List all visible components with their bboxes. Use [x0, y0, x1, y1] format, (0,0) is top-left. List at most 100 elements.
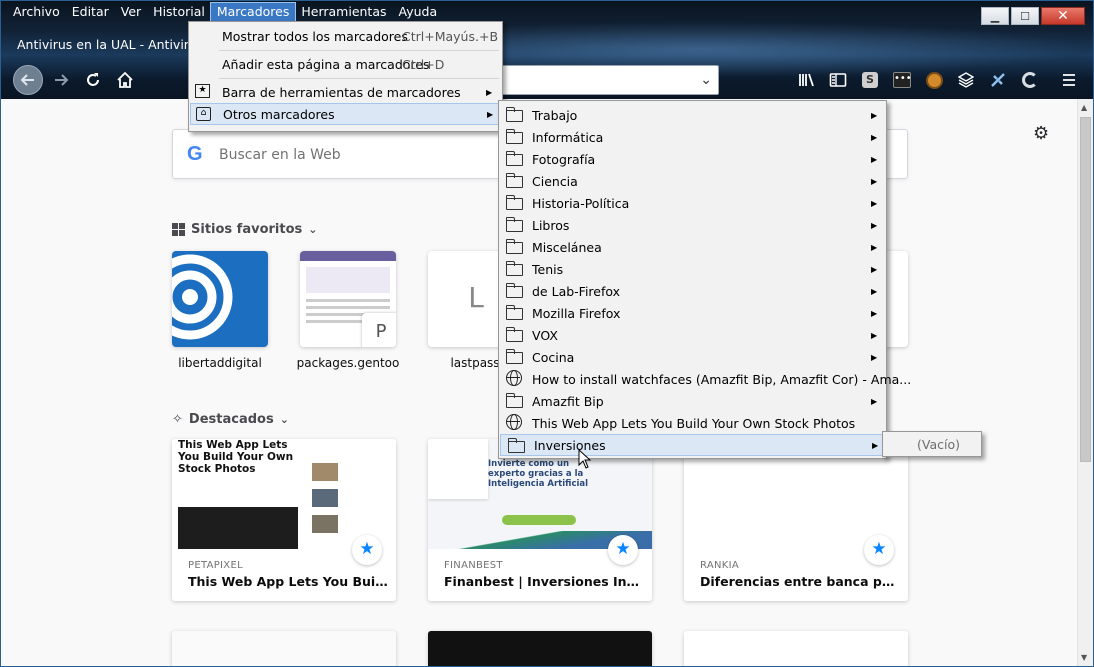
bookmark-folder-item[interactable]: VOX ▶ [499, 324, 886, 346]
menu-editar[interactable]: Editar [66, 3, 115, 21]
scroll-down-icon[interactable]: ▼ [1081, 653, 1087, 662]
bookmark-folder-item[interactable]: Amazfit Bip ▶ [499, 390, 886, 412]
folder-icon [506, 195, 523, 210]
hamburger-menu-button[interactable] [1055, 66, 1083, 94]
highlight-card[interactable] [428, 631, 652, 666]
scrollbar-thumb[interactable] [1080, 117, 1091, 462]
menu-item-label: Trabajo [532, 107, 578, 123]
folder-icon [506, 239, 523, 254]
submenu-arrow-icon: ▶ [871, 286, 878, 296]
menu-ayuda[interactable]: Ayuda [393, 3, 444, 21]
reload-button[interactable] [79, 66, 107, 94]
url-bar[interactable]: ⌄ [501, 65, 719, 95]
card-title: This Web App Lets You Build Your... [188, 574, 388, 589]
menu-marcadores[interactable]: Marcadores [209, 2, 297, 22]
scroll-up-icon[interactable]: ▲ [1081, 103, 1087, 112]
menu-item-other-bookmarks[interactable]: ⌂ Otros marcadores ▶ [190, 103, 501, 125]
bookmark-folder-item[interactable]: Ciencia ▶ [499, 170, 886, 192]
folder-icon [506, 393, 523, 408]
highlight-card[interactable]: This Web App Lets You Build Your Own Sto… [172, 439, 396, 601]
bookmark-folder-item[interactable]: Fotografía ▶ [499, 148, 886, 170]
menu-ver[interactable]: Ver [115, 3, 147, 21]
chevron-down-icon[interactable]: ⌄ [700, 72, 712, 88]
submenu-arrow-icon: ▶ [871, 330, 878, 340]
menu-item-label: Cocina [532, 349, 575, 365]
bookmark-folder-item[interactable]: Mozilla Firefox ▶ [499, 302, 886, 324]
bookmark-folder-item[interactable]: Tenis ▶ [499, 258, 886, 280]
bookmark-folder-item[interactable]: Trabajo ▶ [499, 104, 886, 126]
menu-separator [219, 50, 499, 51]
hamburger-icon [1063, 74, 1075, 86]
top-site-tile[interactable] [172, 251, 268, 347]
vertical-scrollbar[interactable]: ▲ ▼ [1077, 99, 1093, 666]
bookmark-folder-item[interactable]: Miscelánea ▶ [499, 236, 886, 258]
top-site-tile[interactable]: P [300, 251, 396, 347]
maximize-button[interactable]: ☐ [1011, 7, 1039, 25]
extension-swirl-button[interactable] [1016, 66, 1044, 94]
menu-item-shortcut: Ctrl+Mayús.+B [402, 28, 499, 44]
card-image-heading: This Web App Lets You Build Your Own Sto… [178, 439, 294, 475]
minimize-icon: ▁ [990, 9, 1000, 23]
sidebar-button[interactable] [824, 66, 852, 94]
submenu-arrow-icon: ▶ [871, 242, 878, 252]
menu-historial[interactable]: Historial [147, 3, 211, 21]
bookmark-folder-item[interactable]: de Lab-Firefox ▶ [499, 280, 886, 302]
menu-item-show-all-bookmarks[interactable]: Mostrar todos los marcadores Ctrl+Mayús.… [189, 25, 502, 47]
bookmark-folder-item[interactable]: Informática ▶ [499, 126, 886, 148]
menu-item-label: How to install watchfaces (Amazfit Bip, … [532, 371, 912, 387]
bookmark-star-icon[interactable]: ★ [864, 535, 894, 565]
top-sites-header[interactable]: Sitios favoritos ⌄ [172, 222, 318, 237]
menu-archivo[interactable]: Archivo [7, 3, 66, 21]
bookmark-folder-item[interactable]: Cocina ▶ [499, 346, 886, 368]
submenu-arrow-icon: ▶ [871, 220, 878, 230]
extension-satellite-button[interactable] [984, 66, 1012, 94]
home-button[interactable] [111, 66, 139, 94]
bookmark-link-item[interactable]: This Web App Lets You Build Your Own Sto… [499, 412, 886, 434]
submenu-arrow-icon: ▶ [871, 132, 878, 142]
menu-item-label: VOX [532, 327, 558, 343]
library-button[interactable] [793, 66, 821, 94]
menu-herramientas[interactable]: Herramientas [295, 3, 392, 21]
card-source: PETAPIXEL [188, 560, 243, 571]
menu-item-shortcut: Ctrl+D [402, 56, 445, 72]
highlight-card[interactable] [172, 631, 396, 666]
highlight-card[interactable]: Invierte como un experto gracias a la In… [428, 439, 652, 601]
back-arrow-icon [20, 74, 34, 86]
menu-item-bookmark-page[interactable]: Añadir esta página a marcadores Ctrl+D [189, 53, 502, 75]
back-button[interactable] [13, 65, 43, 95]
bookmark-star-icon[interactable]: ★ [608, 535, 638, 565]
mouse-cursor-icon [578, 449, 592, 469]
forward-button[interactable] [47, 66, 75, 94]
swirl-extension-icon [1022, 72, 1038, 88]
menu-item-label: de Lab-Firefox [532, 283, 621, 299]
tab-active[interactable]: Antivirus en la UAL - Antivirus - [9, 33, 189, 57]
close-button[interactable]: ✕ [1041, 7, 1085, 25]
libertaddigital-logo-icon [172, 251, 268, 347]
highlights-title: Destacados [188, 412, 274, 427]
highlight-card[interactable] [684, 631, 908, 666]
bookmark-folder-item[interactable]: Historia-Política ▶ [499, 192, 886, 214]
sparkle-icon: ✧ [172, 412, 183, 427]
submenu-arrow-icon: ▶ [872, 440, 879, 450]
bookmark-star-icon[interactable]: ★ [352, 535, 382, 565]
extension-s-button[interactable]: S [856, 66, 884, 94]
extension-stack-button[interactable] [952, 66, 980, 94]
extension-monkey-button[interactable] [920, 66, 948, 94]
extension-dots-button[interactable]: ••• [888, 66, 916, 94]
menu-item-label: Mozilla Firefox [532, 305, 621, 321]
folder-icon [506, 217, 523, 232]
folder-icon [508, 438, 525, 453]
highlights-header[interactable]: ✧ Destacados ⌄ [172, 412, 289, 427]
menu-item-bookmarks-toolbar[interactable]: ★ Barra de herramientas de marcadores ▶ [189, 81, 502, 103]
minimize-button[interactable]: ▁ [981, 7, 1009, 25]
bookmark-folder-item[interactable]: Inversiones ▶ [500, 434, 885, 456]
folder-icon [506, 107, 523, 122]
bookmark-folder-item[interactable]: Libros ▶ [499, 214, 886, 236]
menu-item-label: Tenis [532, 261, 564, 277]
gear-icon[interactable]: ⚙ [1033, 123, 1049, 144]
submenu-arrow-icon: ▶ [871, 154, 878, 164]
top-site-label: libertaddigital [178, 356, 262, 370]
bookmark-link-item[interactable]: How to install watchfaces (Amazfit Bip, … [499, 368, 911, 390]
highlight-card[interactable]: ★ RANKIA Diferencias entre banca persona… [684, 439, 908, 601]
folder-icon [506, 151, 523, 166]
